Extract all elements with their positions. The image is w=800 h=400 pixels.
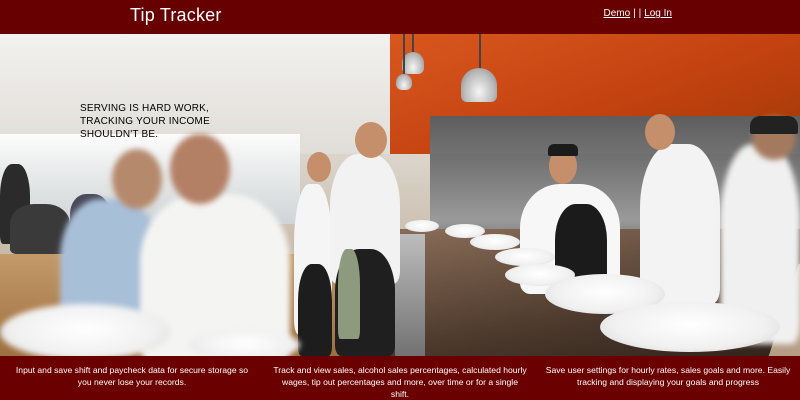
hero-tagline: SERVING IS HARD WORK, TRACKING YOUR INCO… — [80, 103, 210, 140]
pendant-lamp-icon — [396, 74, 412, 90]
waiter-apron — [298, 264, 332, 356]
feature-description: Input and save shift and paycheck data f… — [15, 365, 249, 387]
pendant-lamp-icon — [461, 68, 497, 102]
server-head — [170, 134, 230, 204]
chef-cap — [750, 116, 798, 134]
lamp-cord — [412, 34, 414, 54]
pendant-lamp-icon — [402, 52, 424, 74]
server-head — [112, 149, 162, 209]
lamp-cord — [403, 34, 405, 76]
login-link[interactable]: Log In — [644, 8, 672, 19]
feature-description: Track and view sales, alcohol sales perc… — [273, 365, 527, 399]
towel — [338, 249, 360, 339]
top-navbar: Tip Tracker Demo | | Log In — [0, 0, 800, 34]
feature-description: Save user settings for hourly rates, sal… — [545, 365, 791, 387]
plate — [600, 302, 780, 352]
chef-head — [645, 114, 675, 150]
chef-figure — [640, 144, 720, 304]
demo-link[interactable]: Demo — [604, 8, 631, 19]
app-title: Tip Tracker — [130, 5, 222, 25]
nav-links: Demo | | Log In — [604, 8, 672, 20]
page: Tip Tracker Demo | | Log In SERVING IS H… — [0, 0, 800, 400]
features-bar: Input and save shift and paycheck data f… — [0, 356, 800, 400]
nav-separator: | | — [633, 8, 642, 19]
plate — [470, 234, 520, 250]
chef-cap — [548, 144, 578, 156]
hero-image: SERVING IS HARD WORK, TRACKING YOUR INCO… — [0, 34, 800, 356]
waiter-head — [355, 122, 387, 158]
lamp-cord — [479, 34, 481, 70]
waiter-head — [307, 152, 331, 182]
plate — [0, 304, 170, 356]
plate — [405, 220, 439, 232]
plate — [190, 330, 300, 356]
